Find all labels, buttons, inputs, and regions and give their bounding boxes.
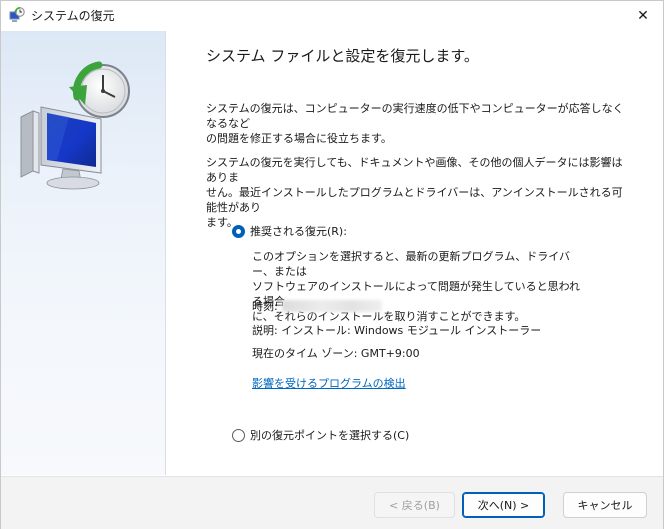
main-content: システム ファイルと設定を復元します。 システムの復元は、コンピューターの実行速… xyxy=(166,31,663,475)
choose-other-restore-point-radio[interactable]: 別の復元ポイントを選択する(C) xyxy=(232,427,409,443)
system-restore-icon xyxy=(9,7,25,22)
window-title: システムの復元 xyxy=(31,9,115,23)
description-line: このオプションを選択すると、最新の更新プログラム、ドライバー、または xyxy=(252,250,571,278)
cancel-button[interactable]: キャンセル xyxy=(563,492,647,518)
note-line: システムの復元を実行しても、ドキュメントや画像、その他の個人データには影響はあり… xyxy=(206,156,623,184)
intro-line: の問題を修正する場合に役立ちます。 xyxy=(206,132,392,145)
time-label: 時刻: xyxy=(252,300,278,313)
timezone-row: 現在のタイム ゾーン: GMT+9:00 xyxy=(252,347,420,360)
note-paragraph: システムの復元を実行しても、ドキュメントや画像、その他の個人データには影響はあり… xyxy=(206,155,631,230)
restore-time-row: 時刻: xyxy=(252,299,587,314)
intro-line: システムの復元は、コンピューターの実行速度の低下やコンピューターが応答しなくなる… xyxy=(206,102,624,130)
recommended-restore-label: 推奨される復元(R): xyxy=(250,225,347,238)
radio-checked-icon[interactable] xyxy=(232,224,245,238)
system-restore-window: システムの復元 ✕ システム ファイルと設定を復元します。 システムの復元は、コ… xyxy=(0,0,664,529)
left-banner-panel xyxy=(1,31,166,475)
recommended-restore-radio[interactable]: 推奨される復元(R): xyxy=(232,223,347,239)
intro-paragraph: システムの復元は、コンピューターの実行速度の低下やコンピューターが応答しなくなる… xyxy=(206,101,631,146)
radio-unchecked-icon[interactable] xyxy=(232,428,245,442)
button-bar: < 戻る(B) 次へ(N) > キャンセル xyxy=(1,476,663,529)
close-button[interactable]: ✕ xyxy=(623,1,663,31)
restore-description-row: 説明: インストール: Windows モジュール インストーラー xyxy=(252,324,542,337)
page-heading: システム ファイルと設定を復元します。 xyxy=(206,47,479,65)
close-icon: ✕ xyxy=(637,8,649,24)
title-bar: システムの復元 ✕ xyxy=(1,1,663,31)
redacted-time-value xyxy=(281,300,382,312)
back-button[interactable]: < 戻る(B) xyxy=(374,492,455,518)
note-line: せん。最近インストールしたプログラムとドライバーは、アンインストールされる可能性… xyxy=(206,186,623,214)
choose-other-label: 別の復元ポイントを選択する(C) xyxy=(250,429,410,442)
next-button[interactable]: 次へ(N) > xyxy=(462,492,545,518)
restore-computer-clock-icon xyxy=(20,61,130,190)
scan-affected-programs-link[interactable]: 影響を受けるプログラムの検出 xyxy=(252,375,406,391)
